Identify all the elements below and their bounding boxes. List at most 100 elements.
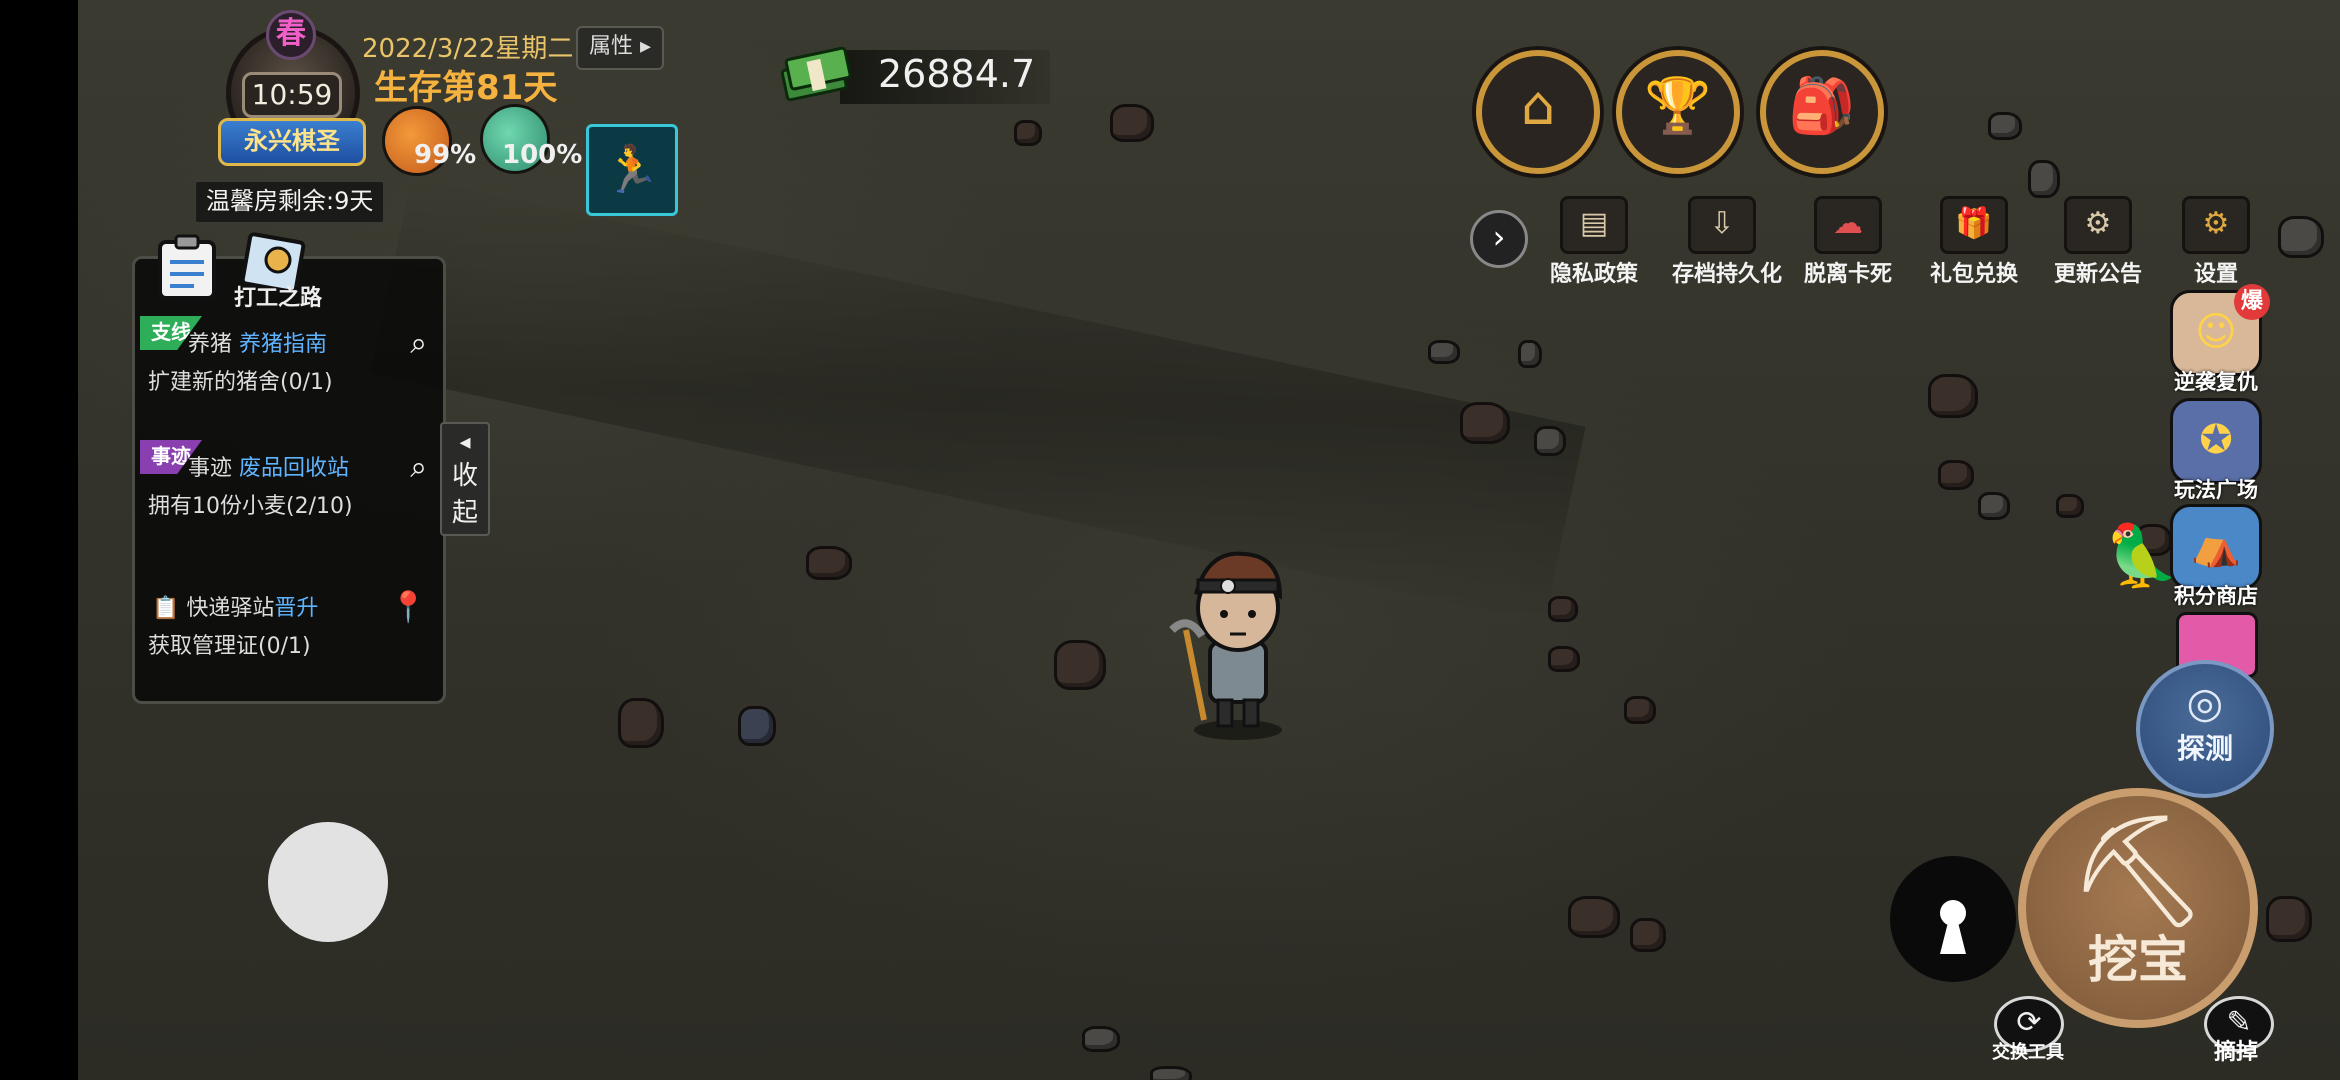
- survival-days: 生存第81天: [374, 68, 558, 108]
- attributes-button[interactable]: 属性 ▸: [576, 26, 664, 70]
- rock: [1548, 646, 1580, 672]
- rock: [1150, 1066, 1192, 1080]
- rock: [1988, 112, 2022, 140]
- menu-label: 隐私政策: [1549, 262, 1638, 287]
- menu-privacy[interactable]: ▤ 隐私政策: [1544, 196, 1644, 288]
- clipboard-icon[interactable]: [154, 232, 220, 302]
- compass-icon: ✪: [2170, 398, 2262, 484]
- rock: [1624, 696, 1656, 724]
- rock: [1428, 340, 1460, 364]
- rock: [2278, 216, 2324, 258]
- player-character: [1169, 551, 1283, 740]
- announcement-icon: ⚙: [2064, 196, 2132, 254]
- rock: [1110, 104, 1154, 142]
- health-value: 100%: [502, 140, 583, 170]
- search-icon[interactable]: ⌕: [410, 326, 427, 361]
- rock: [1938, 460, 1974, 490]
- location-pin-icon[interactable]: 📍: [390, 590, 427, 625]
- quest-prefix: 快递驿站: [186, 596, 275, 621]
- quest-highlight: 晋升: [274, 596, 319, 621]
- swap-tool-label: 交换工具: [1992, 1042, 2064, 1063]
- side-label: 玩法广场: [2174, 478, 2258, 502]
- quest-title: 养猪 养猪指南: [188, 326, 327, 358]
- rock: [1082, 1026, 1120, 1052]
- title-badge: 永兴棋圣: [218, 118, 366, 166]
- rock: [738, 706, 776, 746]
- rock: [2056, 494, 2084, 518]
- sprint-icon[interactable]: 🏃: [586, 124, 678, 216]
- probe-label: 探测: [2176, 732, 2233, 765]
- remove-tool-label: 摘掉: [2214, 1040, 2259, 1065]
- document-icon: ▤: [1560, 196, 1628, 254]
- quest-highlight: 养猪指南: [239, 332, 328, 357]
- hunger-value: 99%: [414, 140, 477, 170]
- terrain-shadow: [370, 177, 1586, 623]
- side-shop[interactable]: ⛺ 积分商店: [2160, 504, 2272, 610]
- game-time: 10:59: [242, 72, 342, 118]
- quest-tab-label: 打工之路: [234, 286, 323, 311]
- menu-gift[interactable]: 🎁 礼包兑换: [1924, 196, 2024, 288]
- collapse-label-1: 收: [451, 461, 478, 491]
- chevron-right-icon[interactable]: ›: [1470, 210, 1528, 268]
- virtual-joystick[interactable]: [268, 822, 388, 942]
- money-value: 26884.7: [878, 52, 1036, 96]
- rock: [1518, 340, 1542, 368]
- rock: [1460, 402, 1510, 444]
- quest-title: 事迹 废品回收站: [188, 450, 349, 482]
- shop-icon: ⛺: [2170, 504, 2262, 590]
- menu-settings[interactable]: ⚙ 设置: [2166, 196, 2266, 288]
- gift-icon: 🎁: [1940, 196, 2008, 254]
- probe-button[interactable]: ◎ 探测: [2136, 660, 2274, 798]
- menu-unstuck[interactable]: ☁ 脱离卡死: [1798, 196, 1898, 288]
- radar-icon: ◎: [2186, 678, 2224, 727]
- keyhole-icon-stem: [1940, 918, 1966, 954]
- rock: [2028, 160, 2060, 198]
- side-playground[interactable]: ✪ 玩法广场: [2160, 398, 2272, 504]
- map-icon[interactable]: ⌂: [1476, 50, 1600, 174]
- quest-prefix: 事迹: [188, 456, 233, 481]
- quest-item[interactable]: 事迹 事迹 废品回收站 拥有10份小麦(2/10) ⌕: [140, 440, 435, 552]
- rock: [1054, 640, 1106, 690]
- quest-detail: 获取管理证(0/1): [148, 634, 311, 659]
- side-revenge[interactable]: ☺ 爆 逆袭复仇: [2160, 284, 2272, 396]
- menu-label: 更新公告: [2053, 262, 2142, 287]
- rock: [1928, 374, 1978, 418]
- rock: [1568, 896, 1620, 938]
- trophy-icon[interactable]: 🏆: [1616, 50, 1740, 174]
- collapse-button[interactable]: ◂ 收 起: [440, 422, 490, 536]
- side-label: 逆袭复仇: [2174, 370, 2258, 394]
- menu-label: 存档持久化: [1672, 262, 1783, 287]
- menu-announcement[interactable]: ⚙ 更新公告: [2048, 196, 2148, 288]
- rock: [1014, 120, 1042, 146]
- rock: [1534, 426, 1566, 456]
- menu-save[interactable]: ⇩ 存档持久化: [1672, 196, 1783, 288]
- quest-title: 📋 快递驿站晋升: [152, 596, 319, 621]
- quest-highlight: 废品回收站: [239, 456, 350, 481]
- greenhouse-remaining: 温馨房剩余:9天: [194, 180, 386, 224]
- rock: [618, 698, 664, 748]
- gear-icon: ⚙: [2182, 196, 2250, 254]
- cash-stack-icon: [780, 46, 852, 102]
- quest-detail: 扩建新的猪舍(0/1): [148, 370, 333, 395]
- keyhole-button[interactable]: [1890, 856, 2016, 982]
- save-icon: ⇩: [1688, 196, 1756, 254]
- collapse-label-2: 起: [451, 498, 478, 528]
- menu-label: 礼包兑换: [1929, 262, 2018, 287]
- rock: [1978, 492, 2010, 520]
- quest-item[interactable]: 支线 养猪 养猪指南 扩建新的猪舍(0/1) ⌕: [140, 316, 435, 428]
- attributes-label: 属性: [588, 34, 633, 59]
- dig-button[interactable]: ⛏ 挖宝: [2018, 788, 2258, 1028]
- quest-detail: 拥有10份小麦(2/10): [148, 494, 353, 519]
- quest-item[interactable]: 📋 快递驿站晋升 获取管理证(0/1) 📍: [140, 580, 435, 692]
- rock: [806, 546, 852, 580]
- backpack-icon[interactable]: 🎒: [1760, 50, 1884, 174]
- side-label: 积分商店: [2174, 584, 2258, 608]
- season-indicator: 春: [266, 10, 316, 60]
- rock: [2266, 896, 2312, 942]
- quest-prefix: 养猪: [188, 332, 233, 357]
- unstuck-icon: ☁: [1814, 196, 1882, 254]
- clock-badge[interactable]: 春 10:59 永兴棋圣: [218, 10, 366, 166]
- search-icon[interactable]: ⌕: [410, 450, 427, 485]
- collapse-arrow-icon: ◂: [459, 430, 471, 455]
- dig-label: 挖宝: [2088, 931, 2188, 989]
